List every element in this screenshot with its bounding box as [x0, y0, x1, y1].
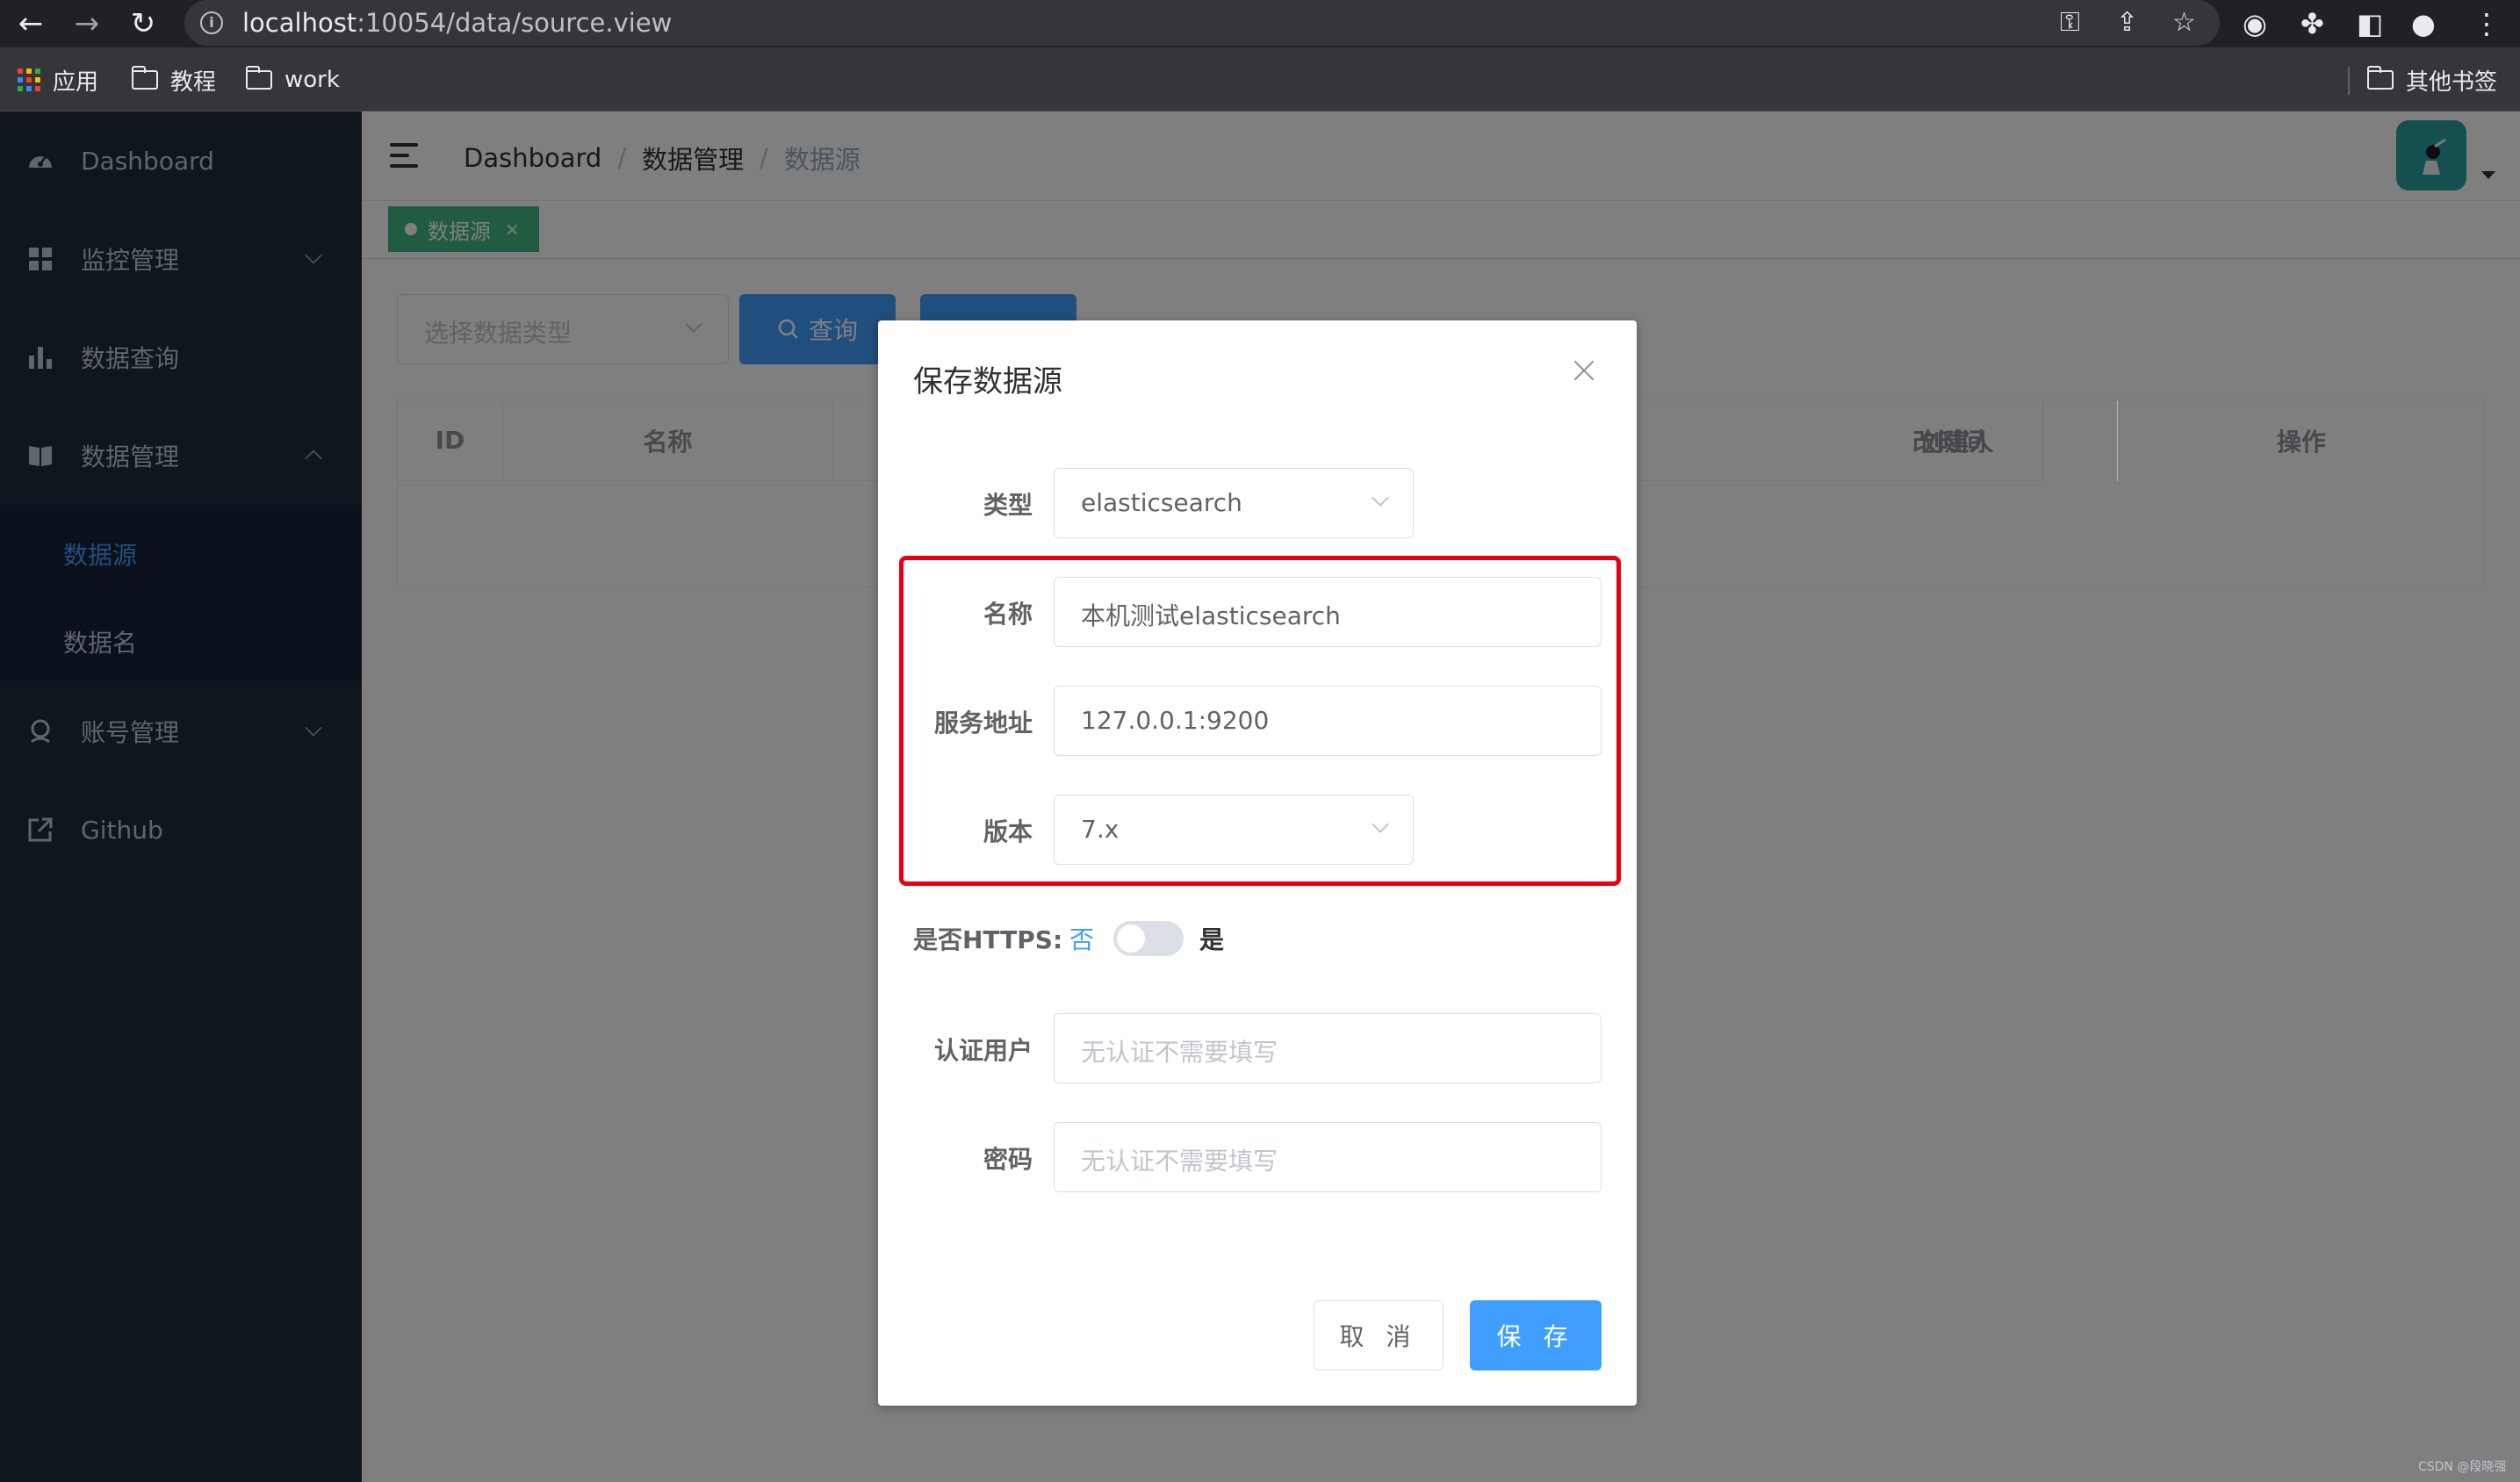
- bookmark-star-icon[interactable]: ☆: [2172, 9, 2196, 37]
- bookmark-label: 应用: [53, 68, 99, 96]
- address-label: 服务地址: [933, 709, 1033, 737]
- address-bar[interactable]: i localhost:10054/data/source.view ⚿ ⇪ ☆: [184, 0, 2220, 46]
- folder-icon: [132, 66, 158, 90]
- extension-badge-icon[interactable]: ◉: [2243, 8, 2267, 40]
- password-placeholder: 无认证不需要填写: [1081, 1147, 1278, 1176]
- bookmarks-divider: [2348, 67, 2350, 95]
- column-header-actions: 操作: [2276, 428, 2326, 457]
- other-bookmarks[interactable]: 其他书签: [2367, 65, 2498, 96]
- save-datasource-dialog: 保存数据源 类型 elasticsearch 名称 本机测试elasticsea…: [878, 320, 1637, 1406]
- side-panel-icon[interactable]: ◧: [2357, 8, 2383, 40]
- auth-user-input[interactable]: 无认证不需要填写: [1054, 1013, 1602, 1083]
- browser-toolbar: ← → ↻ i localhost:10054/data/source.view…: [0, 0, 2520, 47]
- name-value: 本机测试elasticsearch: [1081, 601, 1341, 630]
- share-icon[interactable]: ⇪: [2116, 9, 2138, 37]
- password-input[interactable]: 无认证不需要填写: [1054, 1122, 1602, 1192]
- browser-menu-icon[interactable]: ⋮: [2473, 8, 2501, 40]
- folder-icon: [246, 66, 272, 90]
- chevron-down-icon: [1372, 489, 1389, 507]
- https-label: 是否HTTPS:: [913, 925, 1063, 954]
- bookmark-tutorial[interactable]: 教程: [132, 65, 217, 96]
- close-icon[interactable]: [1570, 357, 1598, 385]
- auth-user-label: 认证用户: [933, 1036, 1033, 1065]
- name-input[interactable]: 本机测试elasticsearch: [1054, 577, 1602, 647]
- save-button[interactable]: 保 存: [1470, 1300, 1602, 1370]
- version-label: 版本: [983, 817, 1033, 846]
- auth-user-placeholder: 无认证不需要填写: [1081, 1038, 1278, 1067]
- password-label: 密码: [983, 1145, 1033, 1174]
- chevron-down-icon: [1372, 816, 1389, 833]
- bookmarks-bar: 应用 教程 work 其他书签: [0, 47, 2520, 112]
- https-toggle[interactable]: [1113, 921, 1184, 956]
- version-value: 7.x: [1081, 815, 1120, 844]
- type-value: elasticsearch: [1081, 488, 1242, 517]
- dialog-title: 保存数据源: [913, 364, 1062, 399]
- bookmark-label: work: [284, 67, 340, 93]
- column-header-creator: 创建人: [1796, 400, 2118, 481]
- apps-grid-icon: [18, 68, 40, 91]
- watermark: CSDN @段晓强: [2418, 1460, 2507, 1474]
- address-value: 127.0.0.1:9200: [1081, 706, 1270, 735]
- profile-icon[interactable]: ●: [2411, 8, 2436, 40]
- back-arrow-icon[interactable]: ←: [14, 7, 47, 40]
- version-select[interactable]: 7.x: [1054, 795, 1414, 865]
- https-off-label[interactable]: 否: [1069, 921, 1094, 956]
- https-on-label[interactable]: 是: [1199, 921, 1224, 956]
- cancel-button[interactable]: 取 消: [1314, 1300, 1444, 1370]
- key-icon[interactable]: ⚿: [2060, 9, 2080, 37]
- forward-arrow-icon[interactable]: →: [70, 7, 104, 40]
- type-select[interactable]: elasticsearch: [1054, 468, 1414, 538]
- url-text[interactable]: localhost:10054/data/source.view: [242, 8, 672, 38]
- address-input[interactable]: 127.0.0.1:9200: [1054, 686, 1602, 756]
- bookmark-label: 其他书签: [2406, 68, 2498, 96]
- bookmark-work[interactable]: work: [246, 65, 340, 95]
- site-info-icon[interactable]: i: [200, 11, 223, 34]
- extensions-puzzle-icon[interactable]: ✤: [2300, 8, 2324, 40]
- bookmark-apps[interactable]: 应用: [18, 65, 99, 96]
- name-label: 名称: [983, 600, 1033, 629]
- type-label: 类型: [983, 491, 1033, 520]
- toggle-knob: [1117, 924, 1145, 953]
- bookmark-label: 教程: [170, 68, 217, 96]
- folder-icon: [2367, 66, 2394, 90]
- reload-icon[interactable]: ↻: [126, 7, 160, 40]
